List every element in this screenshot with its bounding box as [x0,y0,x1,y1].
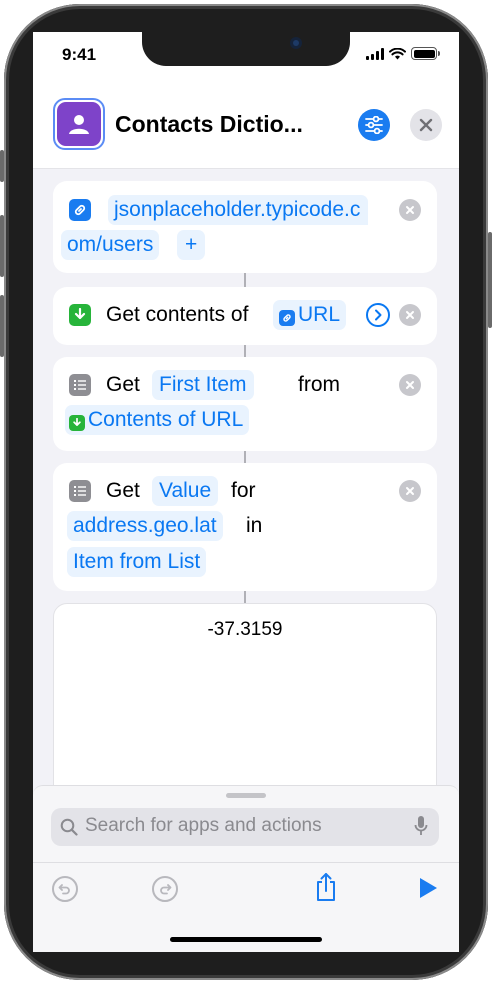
contents-of-url-variable[interactable]: Contents of URL [65,405,250,435]
cellular-signal-icon [366,48,384,60]
search-placeholder: Search for apps and actions [85,815,322,836]
sheet-grabber[interactable] [226,793,266,798]
close-button[interactable] [410,109,442,141]
action-label: Get contents of [106,303,249,326]
get-item-action-card[interactable]: Get First Item from Contents of URL [53,357,437,451]
status-icons [366,47,440,60]
remove-action-button[interactable] [399,374,421,396]
action-connector [244,272,246,288]
shortcut-settings-button[interactable] [358,109,390,141]
search-icon [60,818,78,836]
status-time: 9:41 [62,45,97,64]
front-camera [290,37,302,49]
shortcut-icon-button[interactable] [53,98,105,150]
person-icon [69,115,89,134]
list-icon [69,374,91,396]
download-icon [69,304,91,326]
remove-action-button[interactable] [399,199,421,221]
undo-button[interactable] [52,876,78,902]
close-icon [419,118,433,132]
show-more-button[interactable] [366,303,390,327]
sliders-icon [365,116,383,134]
close-icon [406,206,414,214]
action-word-for: for [231,479,256,502]
volume-down-button [0,295,4,357]
wifi-icon [389,48,406,60]
volume-up-button [0,215,4,277]
remove-action-button[interactable] [399,480,421,502]
add-url-button[interactable]: + [177,230,206,260]
url-text-line-1[interactable]: jsonplaceholder.typicode.c [108,195,369,225]
get-contents-action-card[interactable]: Get contents of URL [53,287,437,345]
action-word-get: Get [106,479,140,502]
action-word-in: in [246,514,263,537]
action-connector [244,450,246,464]
action-connector [244,590,246,604]
download-icon [69,415,85,431]
share-icon[interactable] [313,872,339,902]
action-word-get: Get [106,373,140,396]
result-value: -37.3159 [207,619,283,640]
get-value-action-card[interactable]: Get Value for address.geo.lat in Item fr… [53,463,437,591]
redo-icon [160,884,172,895]
remove-action-button[interactable] [399,304,421,326]
notch [142,32,350,66]
microphone-icon[interactable] [414,815,428,837]
link-icon [279,310,295,326]
undo-icon [58,884,70,895]
url-text-line-2[interactable]: om/users [61,230,160,260]
url-action-card[interactable]: jsonplaceholder.typicode.c om/users + [53,181,437,273]
close-icon [406,311,414,319]
value-parameter[interactable]: Value [152,476,219,506]
link-icon [69,199,91,221]
battery-icon [411,47,440,60]
list-icon [69,480,91,502]
shortcut-title[interactable]: Contacts Dictio... [115,111,303,138]
item-from-list-variable[interactable]: Item from List [67,547,207,577]
toolbar-divider [33,862,459,863]
key-parameter[interactable]: address.geo.lat [67,511,223,541]
home-indicator [170,937,322,942]
close-icon [406,381,414,389]
contents-of-url-label: Contents of URL [88,408,244,431]
play-icon[interactable] [417,876,439,900]
power-button [488,232,492,328]
close-icon [406,487,414,495]
chevron-right-icon [375,309,382,321]
url-parameter[interactable]: URL [273,300,347,330]
redo-button[interactable] [152,876,178,902]
action-connector [244,344,246,358]
item-parameter[interactable]: First Item [152,370,254,400]
mute-switch [0,150,4,182]
action-word-from: from [298,373,340,396]
url-parameter-label: URL [298,303,341,326]
